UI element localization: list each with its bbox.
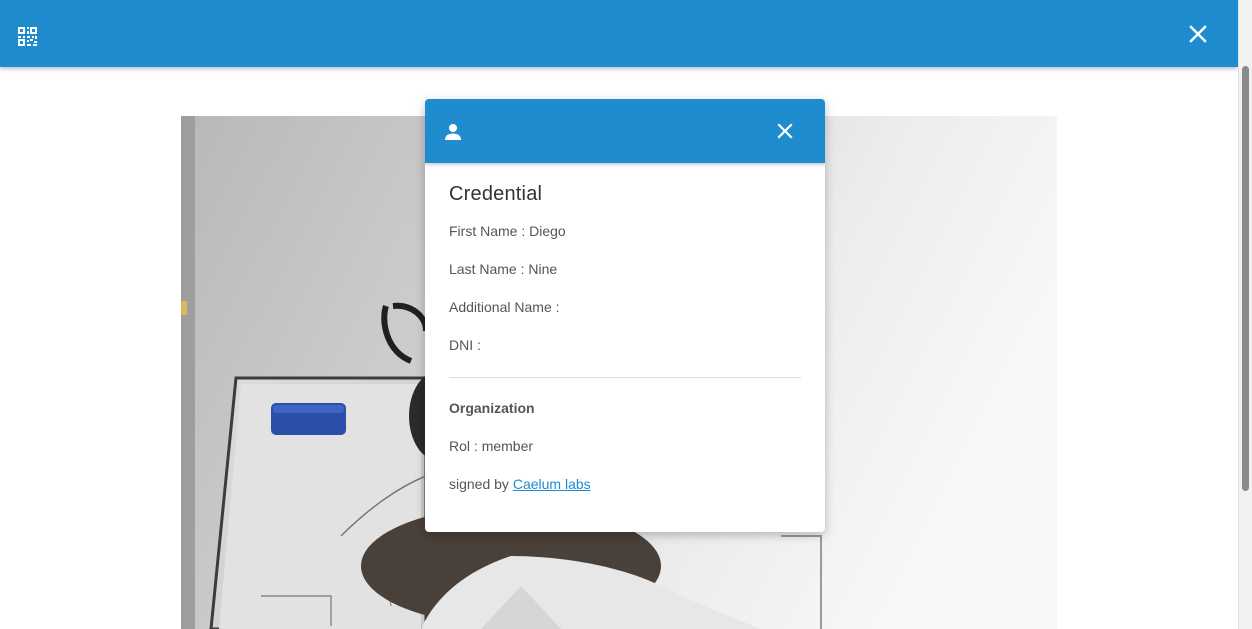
- close-icon[interactable]: [1184, 20, 1212, 48]
- scrollbar-thumb[interactable]: [1242, 66, 1249, 491]
- last-name-label: Last Name :: [449, 261, 525, 277]
- close-icon[interactable]: [771, 117, 799, 145]
- first-name-label: First Name :: [449, 223, 526, 239]
- dni-label: DNI :: [449, 337, 481, 353]
- additional-name-label: Additional Name :: [449, 299, 560, 315]
- person-icon: [444, 123, 462, 141]
- credential-dialog: Credential First Name : Diego Last Name …: [425, 99, 825, 532]
- scrollbar[interactable]: [1238, 0, 1252, 629]
- last-name-row: Last Name : Nine: [449, 261, 557, 277]
- divider: [449, 377, 801, 378]
- signed-by-label: signed by: [449, 476, 509, 492]
- signed-by-row: signed by Caelum labs: [449, 476, 591, 492]
- qr-code-icon[interactable]: [18, 27, 37, 46]
- dialog-header: [425, 99, 825, 163]
- additional-name-row: Additional Name :: [449, 299, 560, 315]
- dialog-title: Credential: [449, 183, 543, 205]
- rol-value: member: [481, 438, 534, 454]
- signer-link[interactable]: Caelum labs: [513, 476, 591, 492]
- first-name-row: First Name : Diego: [449, 223, 566, 239]
- organization-heading: Organization: [449, 400, 535, 416]
- page: Credential First Name : Diego Last Name …: [0, 0, 1252, 629]
- rol-row: Rol : member: [449, 438, 533, 454]
- first-name-value: Diego: [529, 223, 566, 239]
- last-name-value: Nine: [528, 261, 558, 277]
- rol-label: Rol :: [449, 438, 478, 454]
- app-bar: [0, 0, 1238, 67]
- dni-row: DNI :: [449, 337, 481, 353]
